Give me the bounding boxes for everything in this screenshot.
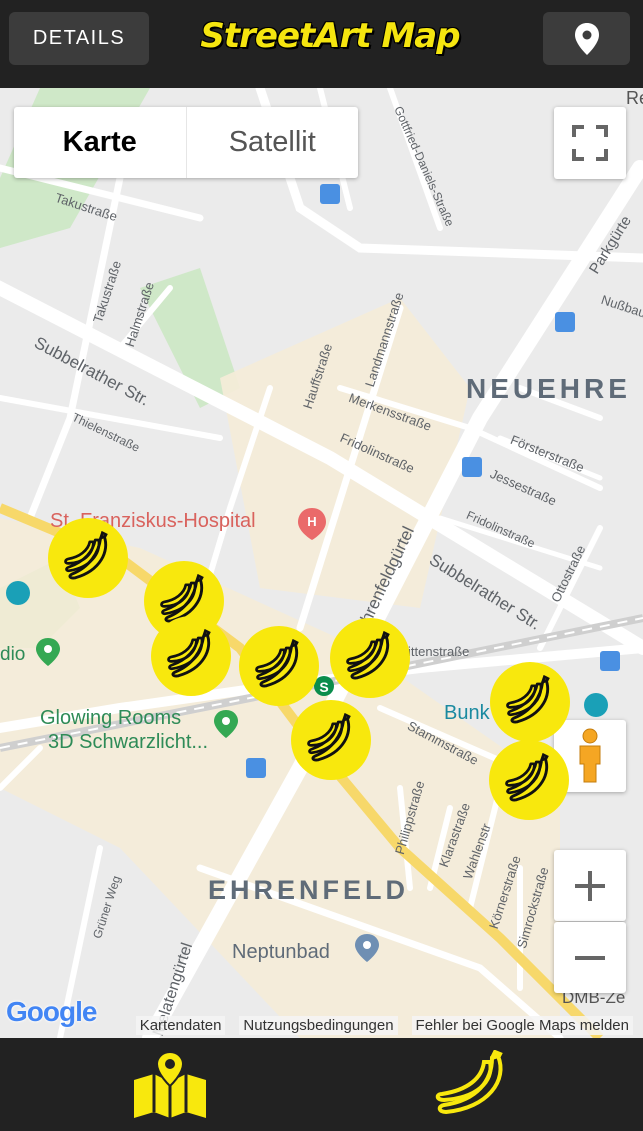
label-radio: dio bbox=[0, 644, 26, 665]
banana-icon bbox=[304, 713, 358, 767]
banana-marker-1[interactable] bbox=[48, 518, 128, 598]
banana-icon bbox=[343, 631, 397, 685]
fullscreen-icon bbox=[572, 125, 608, 161]
fullscreen-button[interactable] bbox=[554, 107, 626, 179]
label-hdw: Re bbox=[626, 88, 643, 108]
map-type-control: Karte Satellit bbox=[14, 107, 358, 178]
zoom-out-button[interactable] bbox=[554, 922, 626, 993]
banana-marker-4[interactable] bbox=[239, 626, 319, 706]
report-error-link[interactable]: Fehler bei Google Maps melden bbox=[411, 1016, 633, 1035]
banana-icon bbox=[503, 675, 557, 729]
banana-icon bbox=[164, 629, 218, 683]
top-app-bar: DETAILS StreetArt Map bbox=[0, 0, 643, 88]
svg-text:S: S bbox=[319, 679, 328, 695]
banana-marker-5[interactable] bbox=[330, 618, 410, 698]
label-ehrenfeld: EHRENFELD bbox=[208, 875, 410, 905]
details-button[interactable]: DETAILS bbox=[9, 12, 149, 65]
nav-banana-list[interactable] bbox=[412, 1038, 532, 1131]
banana-icon bbox=[252, 639, 306, 693]
map-icon bbox=[134, 1050, 206, 1118]
label-glowing-rooms-2: 3D Schwarzlicht... bbox=[48, 731, 209, 753]
banana-icon bbox=[61, 531, 115, 585]
location-pin-icon bbox=[574, 22, 599, 55]
kartendaten-link[interactable]: Kartendaten bbox=[135, 1016, 226, 1035]
label-rittenstrasse: ittenstraße bbox=[408, 644, 470, 659]
label-bunk: Bunk bbox=[444, 702, 490, 724]
app-title-logo: StreetArt Map bbox=[200, 16, 460, 56]
pegman-icon bbox=[579, 728, 601, 783]
tab-karte[interactable]: Karte bbox=[14, 107, 187, 178]
svg-text:H: H bbox=[307, 514, 316, 529]
zoom-in-button[interactable] bbox=[554, 850, 626, 921]
banana-icon bbox=[435, 1049, 503, 1114]
tab-satellit[interactable]: Satellit bbox=[187, 107, 359, 178]
minus-icon bbox=[575, 955, 605, 960]
location-button[interactable] bbox=[543, 12, 630, 65]
plus-icon bbox=[575, 870, 605, 901]
bottom-navigation bbox=[0, 1038, 643, 1131]
nutzungsbedingungen-link[interactable]: Nutzungsbedingungen bbox=[239, 1016, 398, 1035]
label-neptunbad: Neptunbad bbox=[232, 941, 330, 963]
banana-marker-7[interactable] bbox=[490, 662, 570, 742]
banana-marker-3[interactable] bbox=[151, 616, 231, 696]
label-neuehrenfeld: NEUEHRE bbox=[466, 373, 631, 404]
banana-icon bbox=[502, 753, 556, 807]
nav-map[interactable] bbox=[110, 1038, 230, 1131]
banana-marker-8[interactable] bbox=[489, 740, 569, 820]
map-attribution-bar: Kartendaten Nutzungsbedingungen Fehler b… bbox=[0, 1013, 643, 1038]
banana-marker-6[interactable] bbox=[291, 700, 371, 780]
label-glowing-rooms-1: Glowing Rooms bbox=[40, 707, 182, 729]
map-view[interactable]: S H NEUEHRE EHRENFELD St. Franziskus-Hos… bbox=[0, 88, 643, 1038]
